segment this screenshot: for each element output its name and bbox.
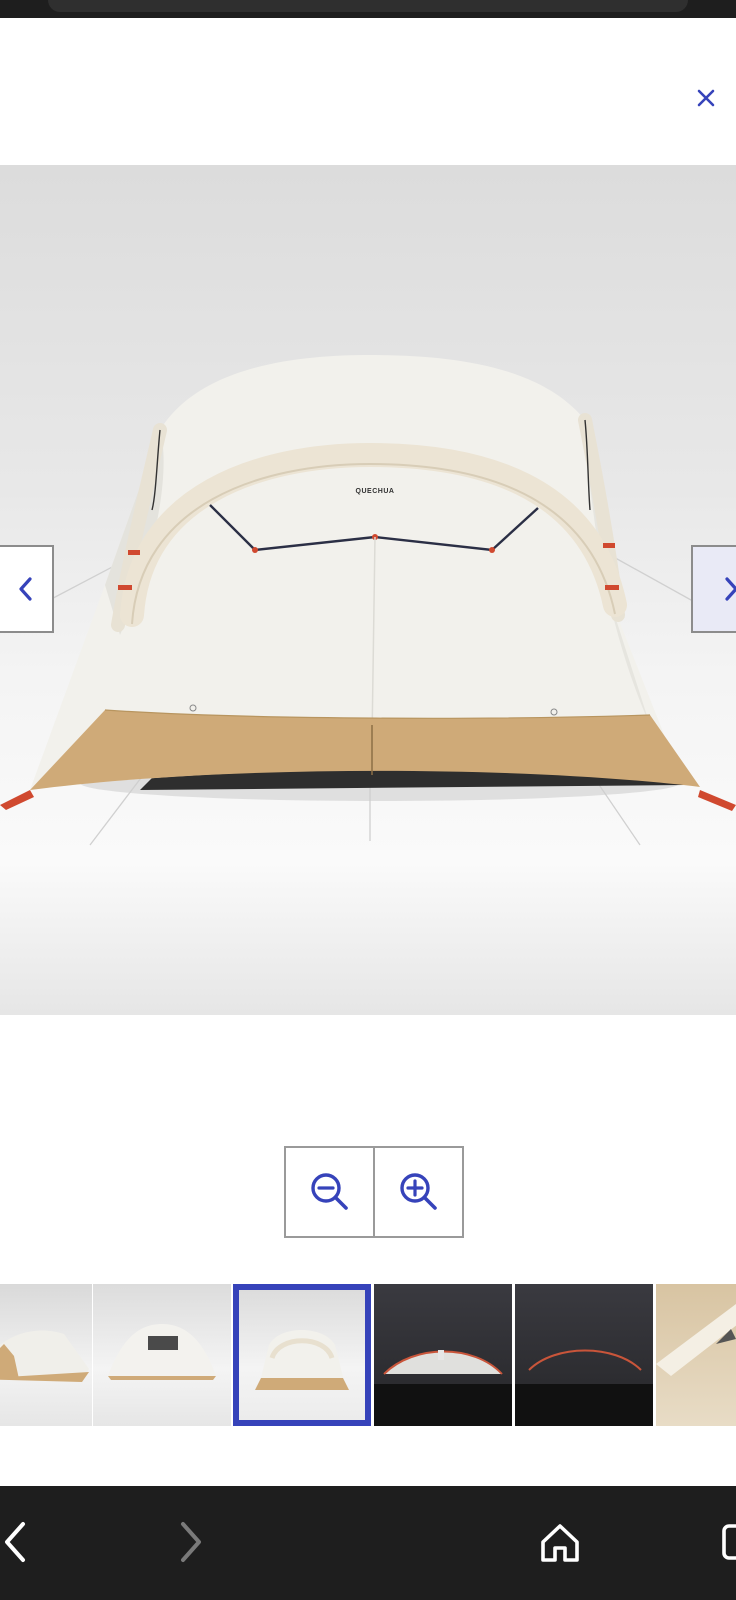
thumbnail-strip bbox=[0, 1284, 736, 1426]
forward-icon bbox=[181, 1522, 201, 1562]
back-icon bbox=[5, 1522, 25, 1562]
nav-back-button[interactable] bbox=[0, 1514, 46, 1570]
nav-home-button[interactable] bbox=[530, 1514, 590, 1570]
status-bar-notch bbox=[48, 0, 688, 12]
previous-image-button[interactable] bbox=[0, 545, 54, 633]
tabs-icon bbox=[722, 1524, 736, 1560]
home-icon bbox=[541, 1524, 579, 1562]
next-image-button[interactable] bbox=[691, 545, 736, 633]
thumbnail-tent-front[interactable] bbox=[93, 1284, 231, 1426]
zoom-in-button[interactable] bbox=[373, 1148, 462, 1236]
zoom-controls bbox=[284, 1146, 464, 1238]
thumbnail-tent-interior-dark[interactable] bbox=[515, 1284, 653, 1426]
zoom-out-icon bbox=[310, 1173, 348, 1210]
nav-forward-button[interactable] bbox=[160, 1514, 220, 1570]
tent-brand-label: QUECHUA bbox=[356, 488, 395, 495]
tent-rear-image: QUECHUA bbox=[0, 355, 736, 846]
zoom-out-button[interactable] bbox=[286, 1148, 373, 1236]
thumbnail-tent-pole-detail[interactable] bbox=[656, 1284, 736, 1426]
chevron-right-icon bbox=[725, 577, 736, 601]
status-bar bbox=[0, 0, 736, 18]
thumbnail-tent-interior-lit[interactable] bbox=[374, 1284, 512, 1426]
close-icon bbox=[697, 89, 715, 107]
nav-tabs-button[interactable] bbox=[706, 1514, 736, 1570]
close-button[interactable] bbox=[688, 80, 724, 116]
chevron-left-icon bbox=[19, 577, 32, 601]
zoom-in-icon bbox=[399, 1173, 437, 1210]
thumbnail-tent-side[interactable] bbox=[0, 1284, 92, 1426]
thumbnail-tent-rear[interactable] bbox=[233, 1284, 371, 1426]
system-navigation-bar bbox=[0, 1486, 736, 1600]
product-image-viewer[interactable]: QUECHUA bbox=[0, 165, 736, 1015]
